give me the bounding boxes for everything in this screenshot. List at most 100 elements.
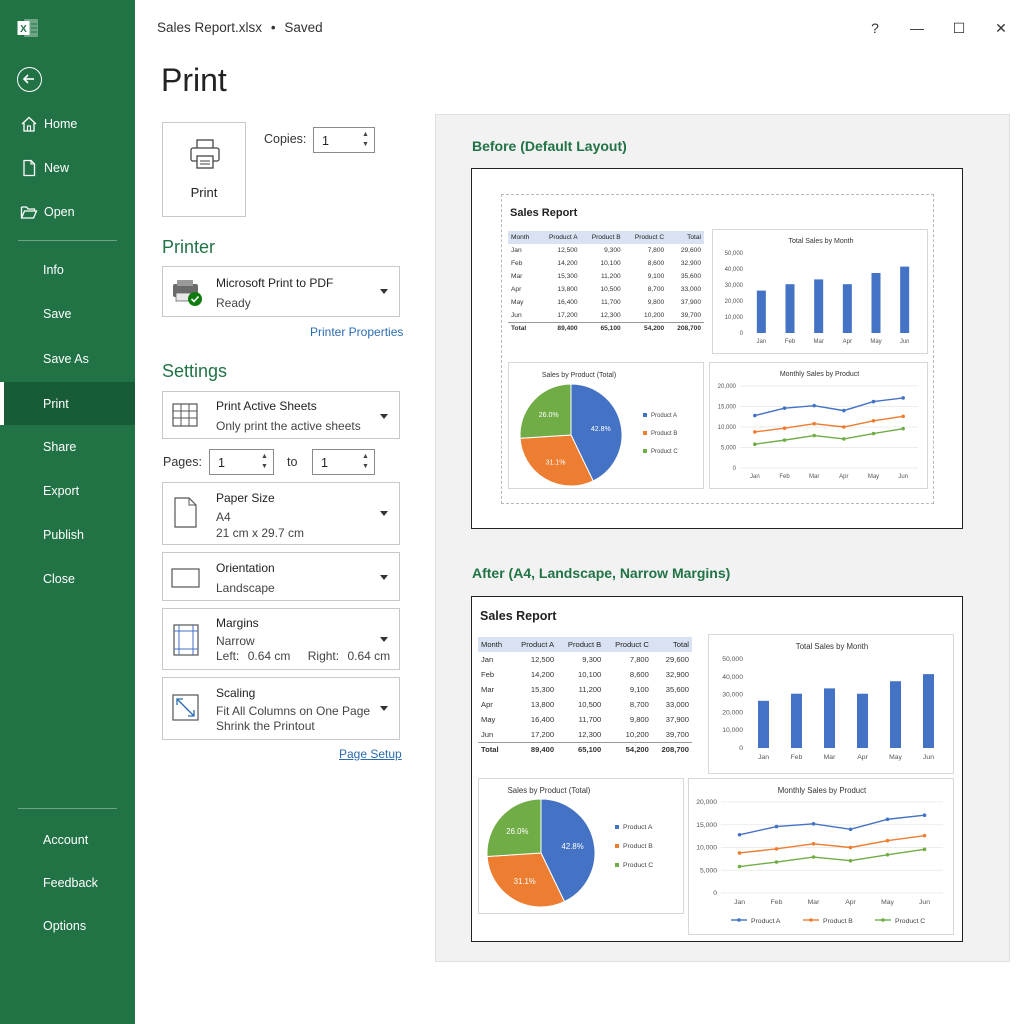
print-button[interactable]: Print xyxy=(162,122,246,217)
sidebar-item-publish[interactable]: Publish xyxy=(0,515,135,555)
pie-slice-label: 42.8% xyxy=(562,842,584,851)
y-tick-label: 0 xyxy=(740,331,744,337)
maximize-button[interactable]: ☐ xyxy=(944,14,974,42)
margins-dropdown[interactable]: Margins Narrow Left: 0.64 cm Right: 0.64… xyxy=(162,608,400,670)
table-header-cell: Product B xyxy=(580,231,624,244)
table-cell: 208,700 xyxy=(667,321,704,335)
table-cell: Apr xyxy=(511,286,522,293)
data-point xyxy=(922,847,927,852)
sidebar-item-open[interactable]: Open xyxy=(0,192,135,232)
x-tick-label: Mar xyxy=(809,474,819,480)
sidebar-item-close[interactable]: Close xyxy=(0,559,135,599)
table-row: Jun 17,200 12,300 10,200 39,700 xyxy=(508,309,704,322)
printer-properties-link[interactable]: Printer Properties xyxy=(310,325,403,339)
data-point xyxy=(782,438,787,442)
data-point xyxy=(842,437,846,441)
sidebar-item-share[interactable]: Share xyxy=(0,427,135,467)
y-tick-label: 30,000 xyxy=(725,283,744,289)
sidebar-item-account[interactable]: Account xyxy=(0,820,135,860)
table-cell: 54,200 xyxy=(604,741,652,757)
back-button[interactable] xyxy=(17,67,42,92)
scaling-dropdown[interactable]: Scaling Fit All Columns on One Page Shri… xyxy=(162,677,400,740)
chevron-down-icon xyxy=(380,511,388,516)
maximize-icon: ☐ xyxy=(952,19,966,36)
pie-slice-label: 26.0% xyxy=(506,827,528,836)
sidebar-item-print[interactable]: Print xyxy=(0,382,135,425)
data-point xyxy=(848,858,853,863)
help-button[interactable]: ? xyxy=(860,14,890,42)
data-point xyxy=(811,822,816,826)
x-tick-label: Feb xyxy=(791,754,803,761)
table-cell: 11,700 xyxy=(578,715,602,724)
data-point xyxy=(885,852,890,857)
stepper-arrows-icon[interactable]: ▲ ▼ xyxy=(361,130,370,150)
page-setup-link[interactable]: Page Setup xyxy=(339,747,402,761)
close-window-button[interactable]: ✕ xyxy=(986,14,1016,42)
table-cell: 10,200 xyxy=(644,311,665,319)
chevron-down-icon xyxy=(380,637,388,642)
table-header-cell: Product A xyxy=(510,637,558,652)
series-line xyxy=(739,834,925,854)
table-row: Apr 13,800 10,500 8,700 33,000 xyxy=(478,697,692,712)
paper-size-value: A4 xyxy=(216,510,231,524)
print-what-dropdown[interactable]: Print Active Sheets Only print the activ… xyxy=(162,391,400,439)
orientation-dropdown[interactable]: Orientation Landscape xyxy=(162,552,400,601)
bar xyxy=(814,279,824,333)
x-tick-label: Jun xyxy=(898,474,908,480)
scaling-desc: Shrink the Printout xyxy=(216,719,315,733)
printer-icon xyxy=(190,139,220,169)
stepper-arrows-icon[interactable]: ▲ ▼ xyxy=(260,452,269,472)
pages-to-value: 1 xyxy=(321,456,328,470)
y-tick-label: 20,000 xyxy=(696,799,717,806)
table-total-row: Total 89,400 65,100 54,200 208,700 xyxy=(478,741,692,757)
paper-size-dropdown[interactable]: Paper Size A4 21 cm x 29.7 cm xyxy=(162,482,400,545)
sidebar-item-new[interactable]: New xyxy=(0,148,135,188)
data-point xyxy=(871,399,876,404)
sidebar-item-export[interactable]: Export xyxy=(0,471,135,511)
table-row: May 16,400 11,700 9,800 37,900 xyxy=(478,712,692,727)
sidebar-item-save[interactable]: Save xyxy=(0,294,135,334)
y-tick-label: 50,000 xyxy=(725,251,744,257)
minimize-button[interactable]: — xyxy=(902,14,932,42)
bar xyxy=(890,681,901,748)
sidebar-item-info[interactable]: Info xyxy=(0,250,135,290)
chart-title: Total Sales by Month xyxy=(789,238,854,245)
sidebar-item-home[interactable]: Home xyxy=(0,104,135,144)
pie-chart-box: Sales by Product (Total) 42.8% 31.1% 26.0% P… xyxy=(508,362,704,489)
legend-marker xyxy=(737,918,741,922)
data-point xyxy=(774,860,779,864)
bar-chart: Total Sales by Month 0 10,000 20,000 30,000 4… xyxy=(722,642,934,761)
pages-from-stepper[interactable]: 1 ▲ ▼ xyxy=(209,449,274,475)
stepper-arrows-icon[interactable]: ▲ ▼ xyxy=(361,452,370,472)
sidebar-item-options[interactable]: Options xyxy=(0,906,135,946)
table-cell: 208,700 xyxy=(651,741,692,757)
table-cell: 37,900 xyxy=(680,299,701,306)
data-point xyxy=(753,442,757,447)
table-cell: 65,100 xyxy=(580,321,624,335)
table-cell: 14,200 xyxy=(557,260,578,267)
back-arrow-icon xyxy=(22,74,34,84)
table-header-cell: Product B xyxy=(557,637,605,652)
table-row: Apr 13,800 10,500 8,700 33,000 xyxy=(508,283,704,296)
table-cell: 12,300 xyxy=(600,311,621,319)
y-tick-label: 5,000 xyxy=(721,446,737,452)
x-tick-label: Apr xyxy=(843,339,852,345)
sidebar-item-label: Close xyxy=(43,572,75,586)
copies-stepper[interactable]: 1 ▲ ▼ xyxy=(313,127,375,153)
x-tick-label: Apr xyxy=(845,899,856,906)
table-cell: Feb xyxy=(511,260,523,267)
copies-label: Copies: xyxy=(264,132,307,146)
table-cell: 10,500 xyxy=(600,286,621,293)
table-cell: 89,400 xyxy=(510,741,558,757)
sidebar-item-save-as[interactable]: Save As xyxy=(0,339,135,379)
line-chart: Monthly Sales by Product 0 5,000 10,000 15,0… xyxy=(718,371,918,480)
printer-dropdown[interactable]: Microsoft Print to PDF Ready xyxy=(162,266,400,317)
table-cell: 89,400 xyxy=(537,321,581,335)
table-cell: Apr xyxy=(481,700,493,709)
table-cell: 29,600 xyxy=(665,655,689,664)
table-cell: Mar xyxy=(481,685,495,694)
margin-left-label: Left: xyxy=(216,649,240,663)
pages-to-stepper[interactable]: 1 ▲ ▼ xyxy=(312,449,375,475)
sidebar-item-feedback[interactable]: Feedback xyxy=(0,863,135,903)
x-tick-label: Apr xyxy=(839,474,848,480)
